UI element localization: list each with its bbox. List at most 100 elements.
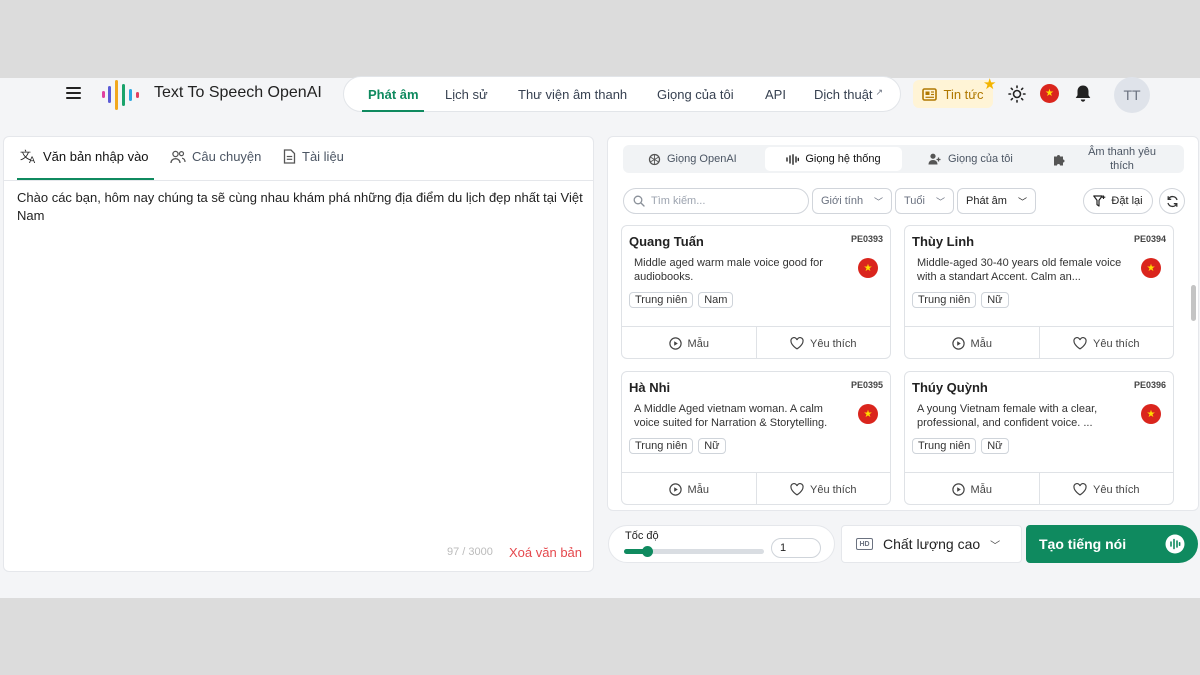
chevron-down-icon: ﹀ bbox=[990, 540, 1001, 552]
clear-text-button[interactable]: Xoá văn bản bbox=[509, 545, 582, 560]
pronunciation-filter[interactable]: Phát âm ﹀ bbox=[957, 188, 1036, 214]
voice-list-scrollbar[interactable] bbox=[1191, 285, 1196, 321]
app-window: Text To Speech OpenAI Phát âm Lịch sử Th… bbox=[0, 75, 1200, 598]
filter-icon bbox=[1093, 195, 1106, 207]
voice-code: PE0394 bbox=[1133, 234, 1166, 244]
sample-button[interactable]: Mẫu bbox=[622, 473, 756, 504]
tab-giong-cua-toi[interactable]: Giọng của tôi bbox=[928, 147, 1013, 171]
voice-description: Middle aged warm male voice good for aud… bbox=[634, 257, 823, 283]
favorite-button[interactable]: Yêu thích bbox=[755, 327, 891, 358]
speech-icon bbox=[1165, 534, 1185, 554]
nav-dich-thuat[interactable]: Dịch thuật ↗ bbox=[814, 87, 883, 102]
gender-filter[interactable]: Giới tính ﹀ bbox=[812, 188, 892, 214]
voice-card[interactable]: Thùy Linh PE0394 Middle-aged 30-40 years… bbox=[904, 225, 1174, 359]
favorite-label: Yêu thích bbox=[1093, 337, 1140, 350]
vietnam-flag-icon[interactable]: ★ bbox=[1040, 84, 1059, 103]
quality-select[interactable]: HD Chất lượng cao ﹀ bbox=[841, 525, 1022, 563]
news-button[interactable]: Tin tức bbox=[913, 80, 993, 108]
tab-giong-openai[interactable]: Giọng OpenAI bbox=[648, 147, 737, 171]
vtab-label: Giọng hệ thống bbox=[805, 153, 881, 165]
speed-slider[interactable] bbox=[624, 546, 764, 557]
avatar[interactable]: TT bbox=[1114, 77, 1150, 113]
menu-icon[interactable] bbox=[66, 87, 81, 99]
tab-tai-lieu[interactable]: Tài liệu bbox=[283, 149, 344, 164]
voice-tag: Nữ bbox=[698, 438, 726, 454]
sample-button[interactable]: Mẫu bbox=[905, 327, 1039, 358]
refresh-button[interactable] bbox=[1159, 188, 1185, 214]
sample-label: Mẫu bbox=[970, 337, 992, 350]
nav-dich-thuat-label: Dịch thuật bbox=[814, 87, 873, 102]
voice-tag: Trung niên bbox=[912, 292, 977, 308]
heart-icon bbox=[1073, 337, 1087, 350]
logo-icon bbox=[102, 80, 139, 110]
voice-code: PE0395 bbox=[850, 380, 883, 390]
bell-icon[interactable] bbox=[1074, 84, 1092, 104]
user-icon bbox=[928, 153, 941, 165]
voice-card[interactable]: Quang Tuấn PE0393 Middle aged warm male … bbox=[621, 225, 891, 359]
voice-name: Quang Tuấn bbox=[629, 234, 704, 249]
speed-input[interactable] bbox=[771, 538, 821, 558]
voice-tags: Trung niên Nam bbox=[629, 292, 734, 308]
speed-slider-thumb[interactable] bbox=[641, 546, 653, 557]
play-icon bbox=[668, 483, 682, 496]
reset-filter-button[interactable]: Đặt lại bbox=[1083, 188, 1153, 214]
sun-icon[interactable] bbox=[1008, 85, 1026, 103]
vtab-label: Giọng OpenAI bbox=[667, 153, 737, 165]
play-icon bbox=[668, 337, 682, 350]
tab-label: Văn bản nhập vào bbox=[43, 149, 149, 164]
tab-cau-chuyen[interactable]: Câu chuyện bbox=[170, 149, 261, 164]
voice-description: A young Vietnam female with a clear, pro… bbox=[917, 403, 1098, 429]
nav-lich-su[interactable]: Lịch sử bbox=[445, 87, 488, 102]
top-header: Text To Speech OpenAI Phát âm Lịch sử Th… bbox=[0, 75, 1200, 113]
voice-tag: Trung niên bbox=[629, 292, 694, 308]
nav-thu-vien-am-thanh[interactable]: Thư viện âm thanh bbox=[518, 87, 627, 102]
favorite-label: Yêu thích bbox=[810, 337, 857, 350]
speed-label: Tốc độ bbox=[625, 530, 659, 542]
sample-label: Mẫu bbox=[970, 483, 992, 496]
tab-label: Câu chuyện bbox=[192, 149, 262, 164]
heart-icon bbox=[790, 483, 804, 496]
tab-giong-he-thong[interactable]: Giọng hệ thống bbox=[765, 147, 902, 171]
play-icon bbox=[951, 483, 965, 496]
voice-tag: Nữ bbox=[981, 292, 1009, 308]
favorite-button[interactable]: Yêu thích bbox=[1038, 327, 1174, 358]
age-filter-label: Tuổi bbox=[904, 195, 925, 207]
news-label: Tin tức bbox=[943, 86, 984, 102]
voice-tag: Nam bbox=[698, 292, 734, 308]
voice-panel: Giọng OpenAI Giọng hệ thống Giọng của tô… bbox=[607, 136, 1199, 511]
chevron-down-icon: ﹀ bbox=[873, 196, 883, 207]
brand-name: Text To Speech OpenAI bbox=[154, 84, 322, 101]
search-icon bbox=[633, 195, 645, 207]
favorite-label: Yêu thích bbox=[1093, 483, 1140, 496]
quality-label: Chất lượng cao bbox=[883, 536, 981, 552]
favorite-button[interactable]: Yêu thích bbox=[1038, 473, 1174, 504]
tab-van-ban-nhap-vao[interactable]: 文 A Văn bản nhập vào bbox=[20, 149, 149, 164]
waveform-icon bbox=[786, 153, 800, 165]
vietnam-flag-icon: ★ bbox=[1141, 404, 1161, 424]
nav-giong-cua-toi[interactable]: Giọng của tôi bbox=[657, 87, 734, 102]
nav-active-underline bbox=[362, 110, 424, 112]
voice-search[interactable] bbox=[623, 188, 809, 214]
voice-tabs: Giọng OpenAI Giọng hệ thống Giọng của tô… bbox=[623, 145, 1184, 173]
voice-name: Thùy Linh bbox=[912, 234, 975, 249]
voice-card[interactable]: Thúy Quỳnh PE0396 A young Vietnam female… bbox=[904, 371, 1174, 505]
sample-button[interactable]: Mẫu bbox=[622, 327, 756, 358]
voice-actions: Mẫu Yêu thích bbox=[905, 472, 1174, 504]
text-input[interactable]: Chào các bạn, hôm nay chúng ta sẽ cùng n… bbox=[17, 189, 585, 529]
favorite-button[interactable]: Yêu thích bbox=[755, 473, 891, 504]
play-icon bbox=[951, 337, 965, 350]
nav-phat-am[interactable]: Phát âm bbox=[368, 87, 419, 102]
vtab-label: Âm thanh yêu thích bbox=[1088, 146, 1156, 172]
tab-am-thanh-yeu-thich[interactable]: Âm thanh yêu thích bbox=[1053, 146, 1162, 172]
sample-button[interactable]: Mẫu bbox=[905, 473, 1039, 504]
voice-code: PE0396 bbox=[1133, 380, 1166, 390]
voice-card[interactable]: Hà Nhi PE0395 A Middle Aged vietnam woma… bbox=[621, 371, 891, 505]
search-input[interactable] bbox=[651, 195, 791, 207]
voice-tags: Trung niên Nữ bbox=[912, 292, 1009, 308]
vietnam-flag-icon: ★ bbox=[858, 404, 878, 424]
nav-api[interactable]: API bbox=[765, 87, 786, 102]
voice-description: Middle-aged 30-40 years old female voice… bbox=[917, 257, 1122, 283]
voice-tag: Trung niên bbox=[912, 438, 977, 454]
generate-speech-button[interactable]: Tạo tiếng nói bbox=[1026, 525, 1198, 563]
age-filter[interactable]: Tuổi ﹀ bbox=[895, 188, 954, 214]
